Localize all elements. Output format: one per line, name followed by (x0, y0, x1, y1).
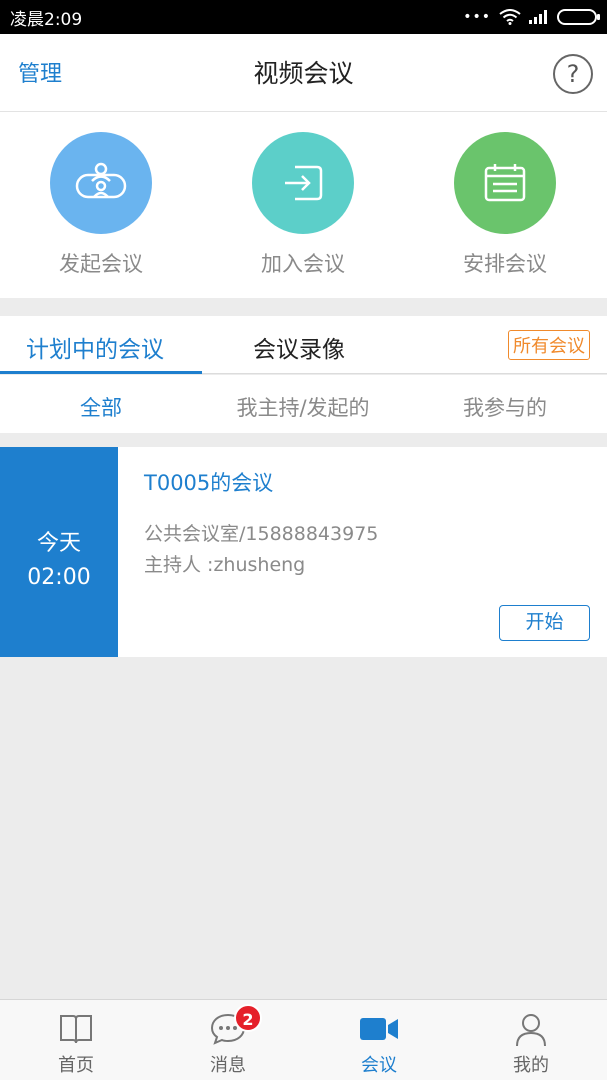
video-camera-icon (303, 1012, 455, 1048)
filter-row: 全部 我主持/发起的 我参与的 (0, 375, 607, 433)
tab-planned-meetings[interactable]: 计划中的会议 (26, 330, 164, 364)
battery-icon (557, 9, 600, 25)
meeting-date-block: 今天 02:00 (0, 447, 118, 657)
nav-home[interactable]: 首页 (0, 1000, 152, 1080)
join-meeting-button[interactable]: 加入会议 (223, 132, 383, 278)
status-bar: 凌晨2:09 ••• (0, 0, 607, 34)
meeting-card[interactable]: 今天 02:00 T0005的会议 公共会议室/15888843975 主持人 … (0, 447, 607, 657)
help-icon[interactable]: ? (553, 54, 593, 94)
action-row: 发起会议 加入会议 安排会议 (0, 112, 607, 298)
join-meeting-icon (252, 132, 354, 234)
schedule-meeting-label: 安排会议 (463, 252, 547, 276)
nav-messages-label: 消息 (210, 1055, 246, 1076)
nav-meetings[interactable]: 会议 (303, 1000, 455, 1080)
signal-icon (529, 10, 547, 24)
meeting-day: 今天 (36, 531, 81, 556)
meeting-host: 主持人 :zhusheng (144, 554, 306, 576)
message-count-badge: 2 (234, 1004, 262, 1032)
wifi-icon (499, 9, 521, 25)
bottom-nav: 首页 2 消息 会议 我的 (0, 999, 607, 1080)
page-title: 视频会议 (253, 59, 354, 88)
more-dots-icon: ••• (463, 9, 491, 25)
all-meetings-button[interactable]: 所有会议 (508, 330, 590, 360)
filter-hosted[interactable]: 我主持/发起的 (202, 392, 404, 422)
book-icon (0, 1012, 152, 1048)
filter-all[interactable]: 全部 (0, 392, 202, 422)
start-meeting-button[interactable]: 发起会议 (21, 132, 181, 278)
filter-joined[interactable]: 我参与的 (404, 392, 606, 422)
schedule-meeting-icon (454, 132, 556, 234)
nav-profile[interactable]: 我的 (455, 1000, 607, 1080)
start-meeting-label: 发起会议 (59, 252, 143, 276)
meeting-time: 02:00 (27, 565, 91, 590)
meeting-tabs: 计划中的会议 会议录像 所有会议 (0, 316, 607, 374)
status-icons: ••• (463, 9, 600, 25)
nav-home-label: 首页 (58, 1055, 94, 1076)
start-button[interactable]: 开始 (499, 605, 590, 641)
header: 管理 视频会议 ? (0, 34, 607, 112)
status-time: 凌晨2:09 (10, 9, 83, 30)
tab-meeting-recordings[interactable]: 会议录像 (253, 330, 345, 364)
meeting-title: T0005的会议 (144, 471, 274, 495)
person-icon (455, 1012, 607, 1048)
nav-profile-label: 我的 (513, 1055, 549, 1076)
join-meeting-label: 加入会议 (261, 252, 345, 276)
schedule-meeting-button[interactable]: 安排会议 (425, 132, 585, 278)
chat-icon (152, 1012, 304, 1048)
nav-meetings-label: 会议 (361, 1055, 397, 1076)
tab-underline (0, 371, 202, 374)
start-meeting-icon (50, 132, 152, 234)
meeting-room: 公共会议室/15888843975 (144, 523, 379, 545)
nav-messages[interactable]: 2 消息 (152, 1000, 304, 1080)
